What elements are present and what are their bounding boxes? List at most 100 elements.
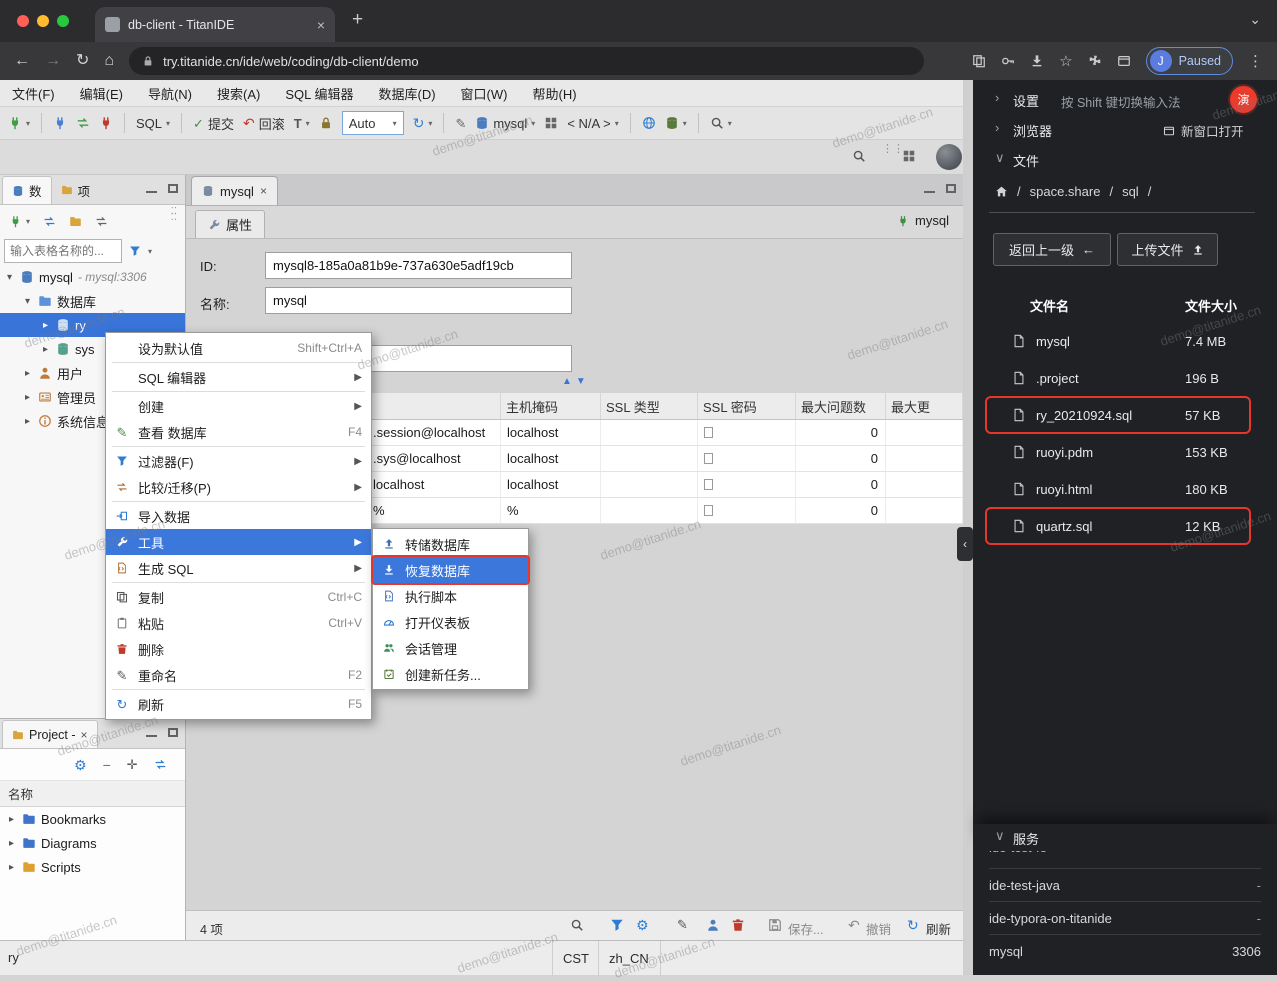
close-icon[interactable]: × — [81, 729, 88, 741]
menu-navigate[interactable]: 导航(N) — [148, 84, 192, 103]
profile-chip[interactable]: J Paused — [1145, 47, 1233, 75]
grid-refresh-icon[interactable]: ↻ — [907, 918, 919, 932]
expander-closed-icon[interactable]: ▸ — [40, 320, 51, 331]
disconnect-icon[interactable] — [99, 116, 113, 130]
menu-item-create[interactable]: 创建 ▶ — [106, 393, 371, 419]
browser-tab[interactable]: db-client - TitanIDE × — [95, 7, 335, 42]
grid-delete-icon[interactable] — [731, 918, 745, 932]
service-row[interactable]: ide-typora-on-titanide - — [989, 901, 1261, 934]
file-row[interactable]: .project 196 B — [987, 361, 1249, 395]
menu-item-compare-migrate[interactable]: 比较/迁移(P) ▶ — [106, 474, 371, 500]
schema-selector[interactable]: < N/A > ▾ — [567, 116, 618, 131]
expander-closed-icon[interactable]: ▸ — [22, 416, 33, 427]
submenu-item-restore-database[interactable]: 恢复数据库 — [373, 557, 528, 583]
splitter-arrows-icon[interactable]: ▲▼ — [562, 376, 590, 387]
file-row[interactable]: ruoyi.pdm 153 KB — [987, 435, 1249, 469]
key-icon[interactable] — [1001, 54, 1015, 68]
expander-closed-icon[interactable]: ▸ — [22, 392, 33, 403]
menu-search[interactable]: 搜索(A) — [217, 84, 260, 103]
menu-item-import-data[interactable]: 导入数据 — [106, 503, 371, 529]
editor-tab-mysql[interactable]: mysql × — [191, 176, 278, 205]
settings-gear-icon[interactable]: ⚙ — [74, 758, 87, 772]
open-new-window-button[interactable]: 新窗口打开 — [1163, 121, 1244, 140]
refresh-dropdown[interactable]: ↻ ▾ — [413, 116, 433, 130]
expander-closed-icon[interactable]: ▸ — [40, 344, 51, 355]
settings-section-header[interactable]: › 设置 按 Shift 键切换输入法 演 — [973, 86, 1277, 114]
database-tasks-dropdown[interactable]: ▾ — [665, 116, 687, 130]
globe-icon[interactable] — [642, 116, 656, 130]
minimize-editor-icon[interactable] — [924, 184, 935, 193]
window-minimize-button[interactable] — [37, 15, 49, 27]
grid-search-icon[interactable] — [570, 918, 584, 932]
schema-grid-icon[interactable] — [544, 116, 558, 130]
filter-funnel-icon[interactable] — [129, 245, 141, 257]
editor-tab-close-icon[interactable]: × — [260, 185, 267, 197]
services-section-header[interactable]: ∨ 服务 — [973, 824, 1277, 851]
minimize-panel-icon[interactable] — [146, 184, 157, 193]
search-dropdown[interactable]: ▾ — [710, 116, 732, 130]
grid-filter-icon[interactable] — [610, 918, 624, 932]
file-row-highlighted[interactable]: ry_20210924.sql 57 KB — [987, 398, 1249, 432]
link-selection-icon[interactable] — [154, 758, 167, 771]
revert-button[interactable]: 撤销 — [866, 919, 891, 938]
tab-list-chevron-icon[interactable]: ⌄ — [1249, 11, 1261, 28]
home-icon[interactable]: ⌂ — [104, 53, 114, 69]
file-row-highlighted[interactable]: quartz.sql 12 KB — [987, 509, 1249, 543]
go-up-button[interactable]: 返回上一级 ← — [993, 233, 1111, 266]
expander-open-icon[interactable]: ▾ — [4, 272, 15, 283]
expander-closed-icon[interactable]: ▸ — [22, 368, 33, 379]
nav-link-editor-icon[interactable] — [43, 215, 56, 228]
collapse-minus-icon[interactable]: − — [103, 758, 111, 772]
user-avatar[interactable] — [936, 144, 962, 170]
install-icon[interactable] — [1030, 54, 1044, 68]
menu-item-delete[interactable]: 删除 — [106, 636, 371, 662]
menu-item-view-database[interactable]: ✎ 查看 数据库 F4 — [106, 419, 371, 445]
breadcrumb-segment[interactable]: space.share — [1030, 184, 1101, 199]
grid-add-user-icon[interactable] — [706, 918, 720, 932]
name-field[interactable] — [265, 287, 572, 314]
menu-edit[interactable]: 编辑(E) — [80, 84, 123, 103]
id-field[interactable] — [265, 252, 572, 279]
window-close-button[interactable] — [17, 15, 29, 27]
refresh-button[interactable]: 刷新 — [926, 919, 951, 938]
submenu-item-dump-database[interactable]: 转储数据库 — [373, 531, 528, 557]
grid-header-cell[interactable]: 最大问题数 — [796, 393, 886, 419]
forward-icon[interactable]: → — [45, 53, 61, 69]
expander-closed-icon[interactable]: ▸ — [6, 814, 17, 825]
edit-icon[interactable]: ✎ — [455, 117, 466, 130]
menu-item-rename[interactable]: ✎ 重命名 F2 — [106, 662, 371, 688]
expander-open-icon[interactable]: ▾ — [22, 296, 33, 307]
menu-item-sql-editor[interactable]: SQL 编辑器 ▶ — [106, 364, 371, 390]
submenu-item-create-new-task[interactable]: 创建新任务... — [373, 661, 528, 687]
nav-folder-icon[interactable] — [69, 215, 82, 228]
layout-grid-icon[interactable] — [902, 149, 916, 163]
minimize-panel-icon[interactable] — [146, 728, 157, 737]
tab-properties[interactable]: 属性 — [195, 210, 266, 238]
expander-closed-icon[interactable]: ▸ — [6, 862, 17, 873]
sql-editor-dropdown[interactable]: SQL ▾ — [136, 116, 170, 131]
nav-collapse-icon[interactable] — [95, 215, 108, 228]
files-section-header[interactable]: ∨ 文件 — [973, 146, 1277, 174]
maximize-panel-icon[interactable] — [168, 184, 178, 193]
upload-file-button[interactable]: 上传文件 — [1117, 233, 1218, 266]
menu-item-tools[interactable]: 工具 ▶ — [106, 529, 371, 555]
file-row[interactable]: ruoyi.html 180 KB — [987, 472, 1249, 506]
locale-indicator[interactable]: zh_CN — [598, 941, 659, 976]
nav-splitter-dots-icon[interactable]: ⁚⁚ ⁚⁚ — [171, 207, 177, 223]
grid-edit-icon[interactable]: ✎ — [677, 918, 688, 931]
service-row[interactable]: mysql 3306 — [989, 934, 1261, 967]
rollback-button[interactable]: ↶ 回滚 — [243, 114, 285, 133]
expand-plus-icon[interactable]: ✛ — [127, 758, 138, 771]
collapse-panel-handle[interactable]: ‹ — [957, 527, 973, 561]
tab-database-navigator[interactable]: 数 — [2, 176, 52, 204]
back-icon[interactable]: ← — [14, 53, 30, 69]
ime-badge[interactable]: 演 — [1230, 86, 1257, 113]
grid-header-cell[interactable]: SSL 类型 — [601, 393, 698, 419]
transaction-log-dropdown[interactable]: T ▾ — [294, 117, 310, 130]
expander-closed-icon[interactable]: ▸ — [6, 838, 17, 849]
menu-file[interactable]: 文件(F) — [12, 84, 55, 103]
quick-search-icon[interactable] — [852, 149, 866, 163]
browser-menu-icon[interactable]: ⋮ — [1248, 54, 1263, 69]
maximize-editor-icon[interactable] — [946, 184, 956, 193]
menu-sql-editor[interactable]: SQL 编辑器 — [285, 84, 353, 103]
